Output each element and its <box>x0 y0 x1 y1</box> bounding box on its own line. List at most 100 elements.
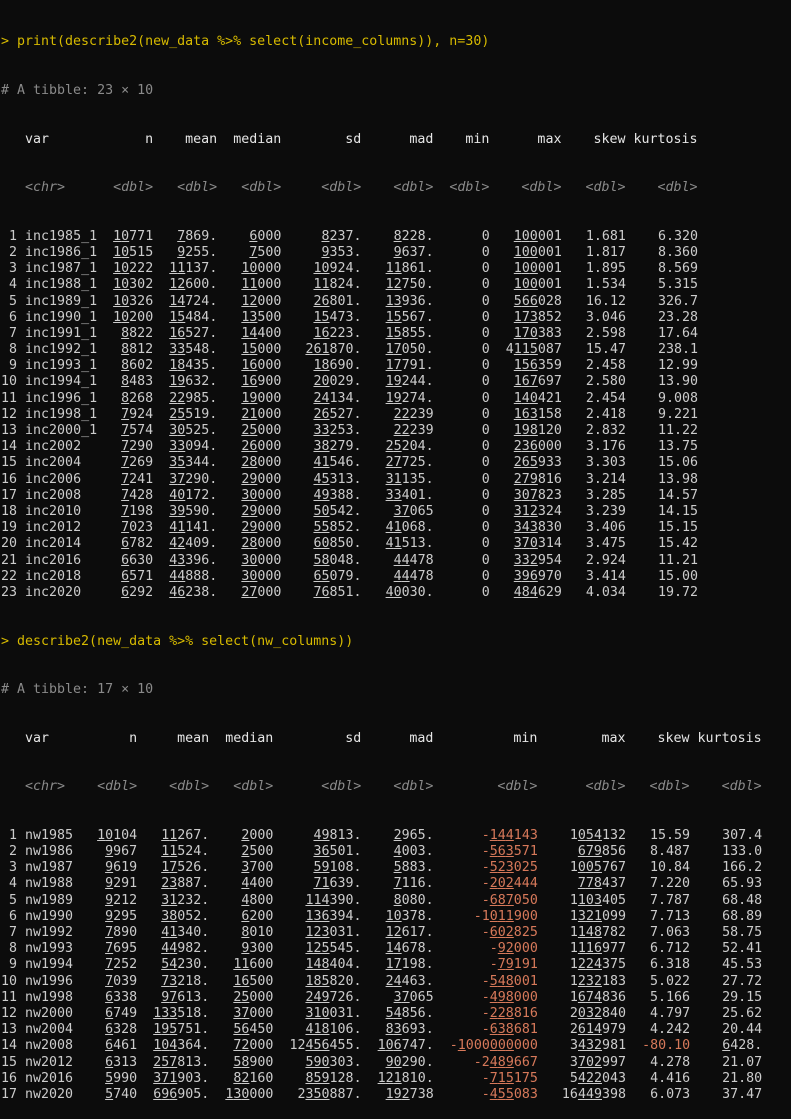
digit-group-mark: 3 <box>393 503 402 519</box>
digit-group-mark: 9 <box>393 1086 402 1102</box>
digit-group-mark: 3 <box>513 568 522 584</box>
digit-group-mark: 6 <box>529 293 538 309</box>
cell-value: 41513. <box>385 536 434 552</box>
digit-group-mark: 7 <box>529 487 538 503</box>
digit-group-mark: 1 <box>385 261 394 277</box>
digit-group-mark: 2 <box>489 1005 498 1021</box>
cell-value: 0 <box>481 406 490 422</box>
row-number: 14 <box>1 439 26 455</box>
digit-group-mark: 0 <box>529 277 538 293</box>
digit-group-mark: 1 <box>313 309 322 325</box>
digit-group-mark: 6 <box>321 584 330 600</box>
digit-group-mark: 4 <box>169 941 178 957</box>
digit-group-mark: 0 <box>529 325 538 341</box>
cell-value: 25204. <box>385 439 434 455</box>
row-number: 17 <box>1 1086 26 1102</box>
cell-value: 1232183 <box>569 973 626 989</box>
cell-var: inc1988_1 <box>25 277 98 293</box>
digit-group-mark: 4 <box>385 536 394 552</box>
cell-value: 2.458 <box>585 358 626 374</box>
cell-value: 15.42 <box>657 536 699 552</box>
cell-value: -638681 <box>481 1022 538 1038</box>
digit-group-mark: 4 <box>241 892 250 908</box>
row-number: 7 <box>1 325 26 341</box>
digit-group-mark: 6 <box>722 1038 731 1054</box>
digit-group-mark: 5 <box>321 973 330 989</box>
digit-group-mark: 6 <box>489 1022 498 1038</box>
digit-group-mark: 8 <box>505 973 514 989</box>
table-row: 15 nw2012 6313 257813. 58900 590303. 902… <box>1 1055 791 1071</box>
digit-group-mark: 0 <box>585 860 594 876</box>
cell-var: inc2018 <box>25 568 82 584</box>
row-number: 4 <box>1 876 26 892</box>
digit-group-mark: 1 <box>393 1070 402 1086</box>
cell-value: 97613. <box>161 989 210 1005</box>
cell-value: -498000 <box>481 989 538 1005</box>
table-row: 17 inc2008 7428 40172. 30000 49388. 3340… <box>1 488 791 504</box>
cell-value: 7269 <box>121 455 154 471</box>
digit-group-mark: 6 <box>529 439 538 455</box>
cell-value: 13500 <box>241 309 282 325</box>
digit-group-mark: 0 <box>529 261 538 277</box>
digit-group-mark: 6 <box>321 1038 330 1054</box>
digit-group-mark: 3 <box>521 439 530 455</box>
digit-group-mark: 6 <box>321 844 330 860</box>
cell-value: 4400 <box>241 876 274 892</box>
digit-group-mark: 3 <box>577 908 586 924</box>
digit-group-mark: 3 <box>313 844 322 860</box>
digit-group-mark: 1 <box>313 892 322 908</box>
cell-var: inc2014 <box>25 536 82 552</box>
cell-value: 13936. <box>385 293 434 309</box>
digit-group-mark: 5 <box>505 1070 514 1086</box>
r-console[interactable]: > print(describe2(new_data %>% select(in… <box>0 0 791 1119</box>
cell-value: 24463. <box>385 973 434 989</box>
cell-value: 6749 <box>105 1005 138 1021</box>
cell-value: 33094. <box>169 439 218 455</box>
digit-group-mark: 5 <box>505 1086 514 1102</box>
cell-value: 140421 <box>513 390 562 406</box>
cell-value: 130000 <box>225 1086 274 1102</box>
cell-value: 136394. <box>305 908 362 924</box>
cell-value: 33548. <box>169 342 218 358</box>
cell-value: 28000 <box>241 536 282 552</box>
digit-group-mark: 1 <box>113 244 122 260</box>
digit-group-mark: 2 <box>393 827 402 843</box>
cell-value: 0 <box>481 552 490 568</box>
cell-var: inc1986_1 <box>25 244 98 260</box>
cell-value: 7116. <box>393 876 434 892</box>
digit-group-mark: 4 <box>497 973 506 989</box>
digit-group-mark: 9 <box>105 860 114 876</box>
digit-group-mark: 7 <box>249 584 258 600</box>
cell-value: 1.681 <box>585 228 626 244</box>
table-row: 12 nw2000 6749 133518. 37000 310031. 548… <box>1 1006 791 1022</box>
cell-value: 11824. <box>313 277 362 293</box>
digit-group-mark: 9 <box>321 860 330 876</box>
table-row: 4 inc1988_1 10302 12600. 11000 11824. 12… <box>1 277 791 293</box>
column-header-kurtosis: kurtosis <box>633 131 698 147</box>
digit-group-mark: 0 <box>489 908 498 924</box>
cell-value: 1148782 <box>569 925 626 940</box>
cell-value: 307823 <box>513 487 562 503</box>
table-1-header: var n mean median sd mad min max skew ku… <box>1 132 791 148</box>
table-row: 6 nw1990 9295 38052. 6200 136394. 10378.… <box>1 909 791 925</box>
cell-value: 19.72 <box>657 584 699 600</box>
digit-group-mark: 7 <box>585 989 594 1005</box>
digit-group-mark: 0 <box>161 1038 170 1054</box>
cell-value: 30525. <box>169 423 218 439</box>
cell-var: inc1985_1 <box>25 228 98 244</box>
digit-group-mark: 1 <box>513 358 522 374</box>
table-row: 11 inc1996_1 8268 22985. 19000 24134. 19… <box>1 391 791 407</box>
column-type: <dbl> <box>633 180 698 196</box>
digit-group-mark: 8 <box>121 325 130 341</box>
cell-value: 68.89 <box>722 908 763 924</box>
cell-value: 0 <box>481 293 490 309</box>
digit-group-mark: 1 <box>321 342 330 358</box>
digit-group-mark: 1 <box>161 860 170 876</box>
digit-group-mark: 9 <box>521 423 530 439</box>
digit-group-mark: 5 <box>169 1022 178 1038</box>
cell-value: 4.797 <box>650 1005 691 1021</box>
cell-value: 100001 <box>513 277 562 293</box>
digit-group-mark: 3 <box>233 1005 242 1021</box>
digit-group-mark: 3 <box>593 892 602 908</box>
digit-group-mark: 7 <box>105 973 114 989</box>
